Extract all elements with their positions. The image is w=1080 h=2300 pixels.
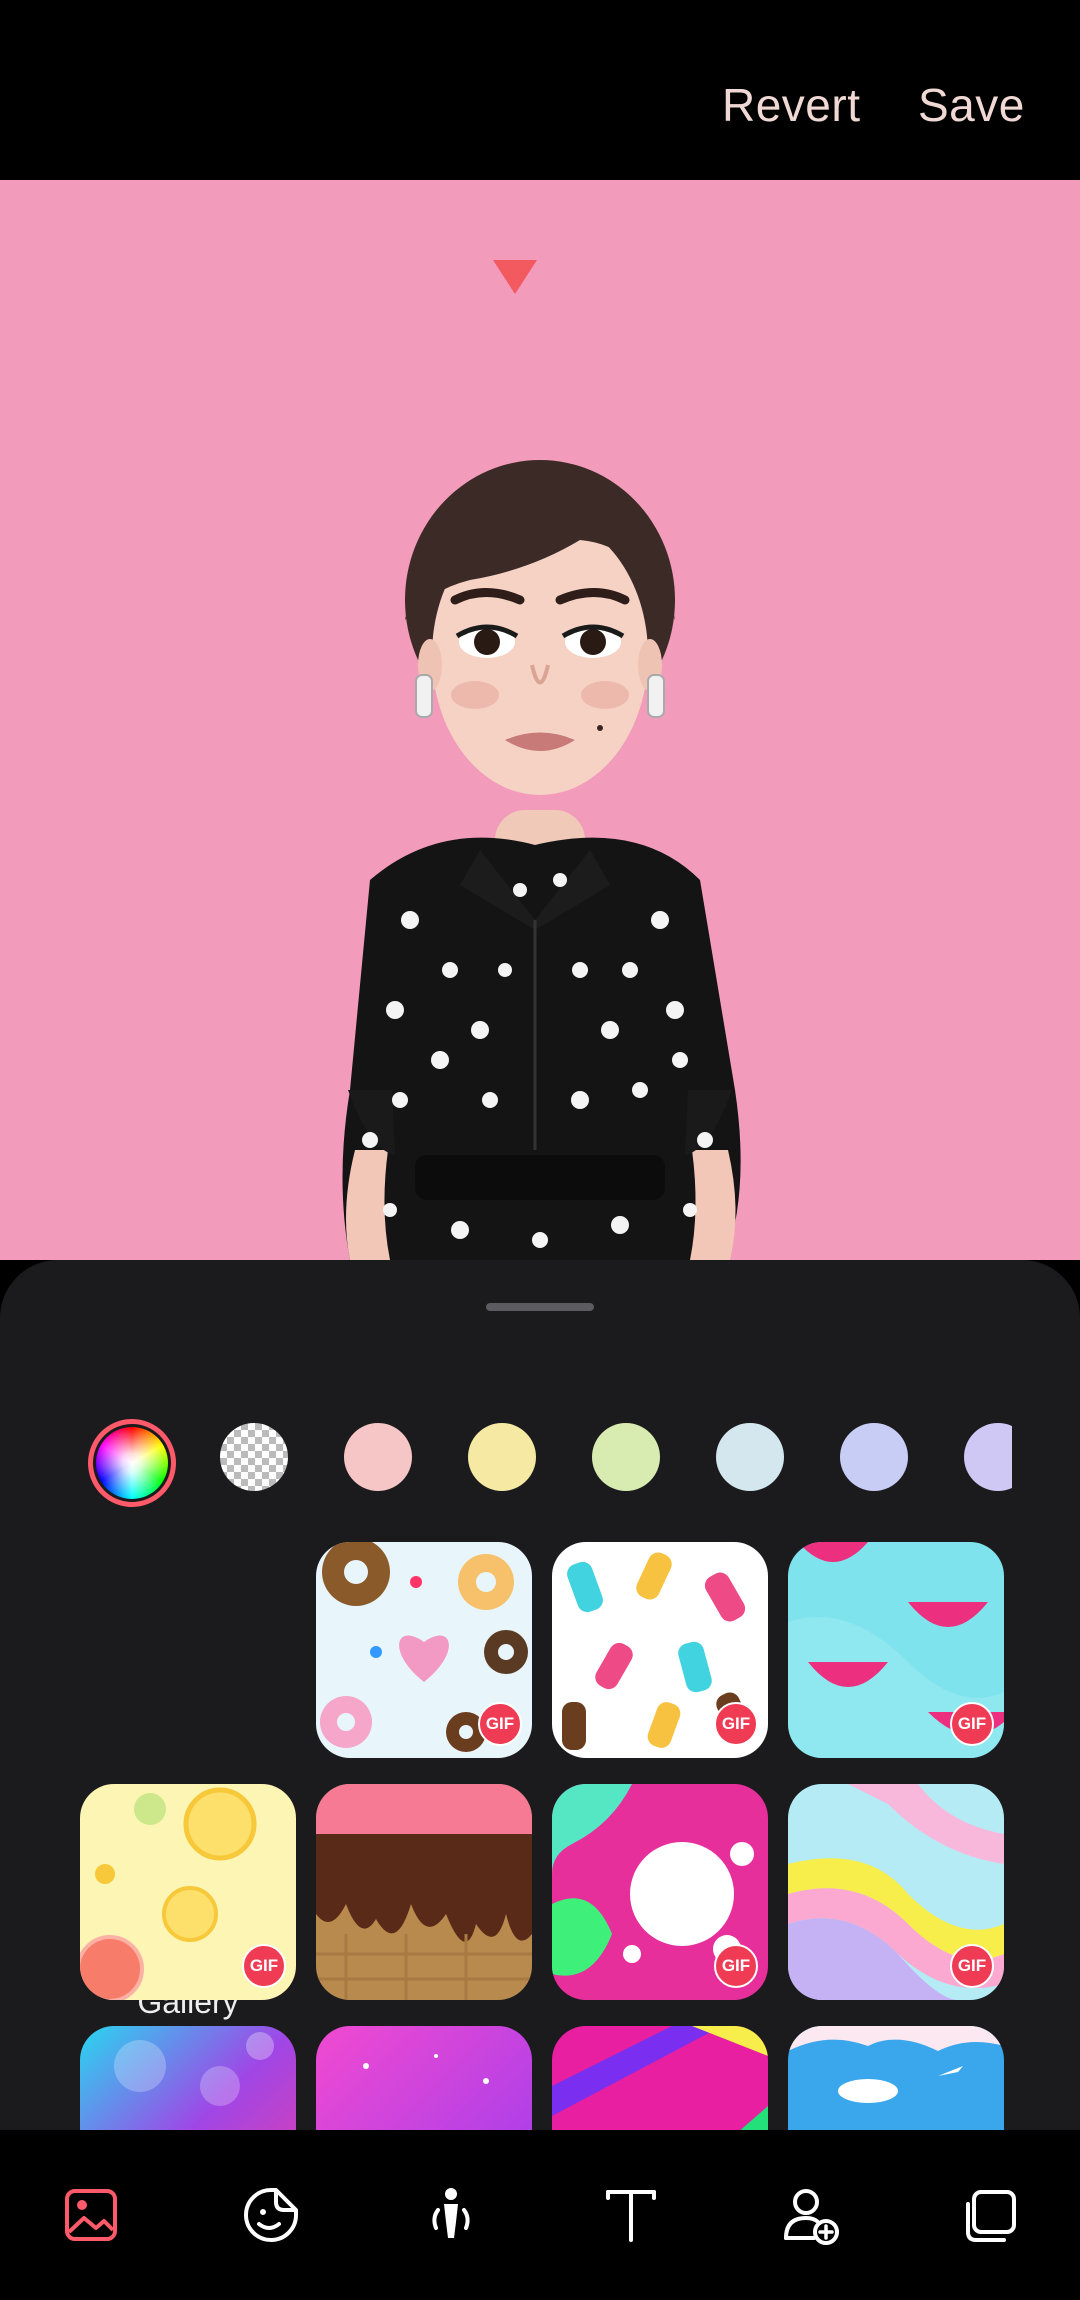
tab-layers[interactable] [946, 2170, 1036, 2260]
avatar-figure[interactable] [280, 450, 800, 1260]
bottom-toolbar [0, 2130, 1080, 2300]
position-marker-icon [493, 260, 537, 294]
lavender-swatch[interactable] [964, 1423, 1012, 1491]
pink-swatch[interactable] [344, 1423, 412, 1491]
pose-icon [432, 2188, 470, 2238]
color-wheel-icon [96, 1427, 168, 1499]
green-swatch[interactable] [592, 1423, 660, 1491]
background-citrus[interactable]: GIF [80, 1784, 296, 2000]
background-image-icon [65, 2189, 117, 2241]
chocolate-drip-pattern [316, 1784, 532, 2000]
background-paint-splash[interactable]: GIF [552, 1784, 768, 2000]
transparent-swatch[interactable] [220, 1423, 288, 1491]
background-grid: Gallery GIF GIF GIF GIF GIF GIF [0, 1542, 1080, 2152]
add-person-icon [784, 2189, 839, 2245]
tab-add-person[interactable] [766, 2170, 856, 2260]
gif-badge: GIF [714, 1702, 758, 1746]
light-blue-swatch[interactable] [716, 1423, 784, 1491]
avatar-preview[interactable] [0, 180, 1080, 1260]
background-watermelon[interactable]: GIF [788, 1542, 1004, 1758]
background-rainbow-stripes[interactable]: GIF [788, 1784, 1004, 2000]
background-ice-cream[interactable]: GIF [552, 1542, 768, 1758]
sticker-icon [244, 2188, 298, 2242]
gif-badge: GIF [714, 1944, 758, 1988]
gif-badge: GIF [950, 1702, 994, 1746]
color-wheel-swatch[interactable] [88, 1419, 176, 1507]
tab-text[interactable] [586, 2170, 676, 2260]
background-donuts[interactable]: GIF [316, 1542, 532, 1758]
color-swatch-strip[interactable] [0, 1260, 1012, 1560]
gif-badge: GIF [950, 1944, 994, 1988]
gif-badge: GIF [478, 1702, 522, 1746]
tab-background[interactable] [46, 2170, 136, 2260]
tab-stickers[interactable] [226, 2170, 316, 2260]
top-bar: Revert Save [0, 0, 1080, 180]
save-button[interactable]: Save [918, 78, 1025, 132]
yellow-swatch[interactable] [468, 1423, 536, 1491]
tab-pose[interactable] [406, 2170, 496, 2260]
revert-button[interactable]: Revert [722, 78, 860, 132]
gif-badge: GIF [242, 1944, 286, 1988]
text-icon [606, 2190, 656, 2242]
background-chocolate-drip[interactable] [316, 1784, 532, 2000]
layers-icon [966, 2190, 1016, 2242]
periwinkle-swatch[interactable] [840, 1423, 908, 1491]
